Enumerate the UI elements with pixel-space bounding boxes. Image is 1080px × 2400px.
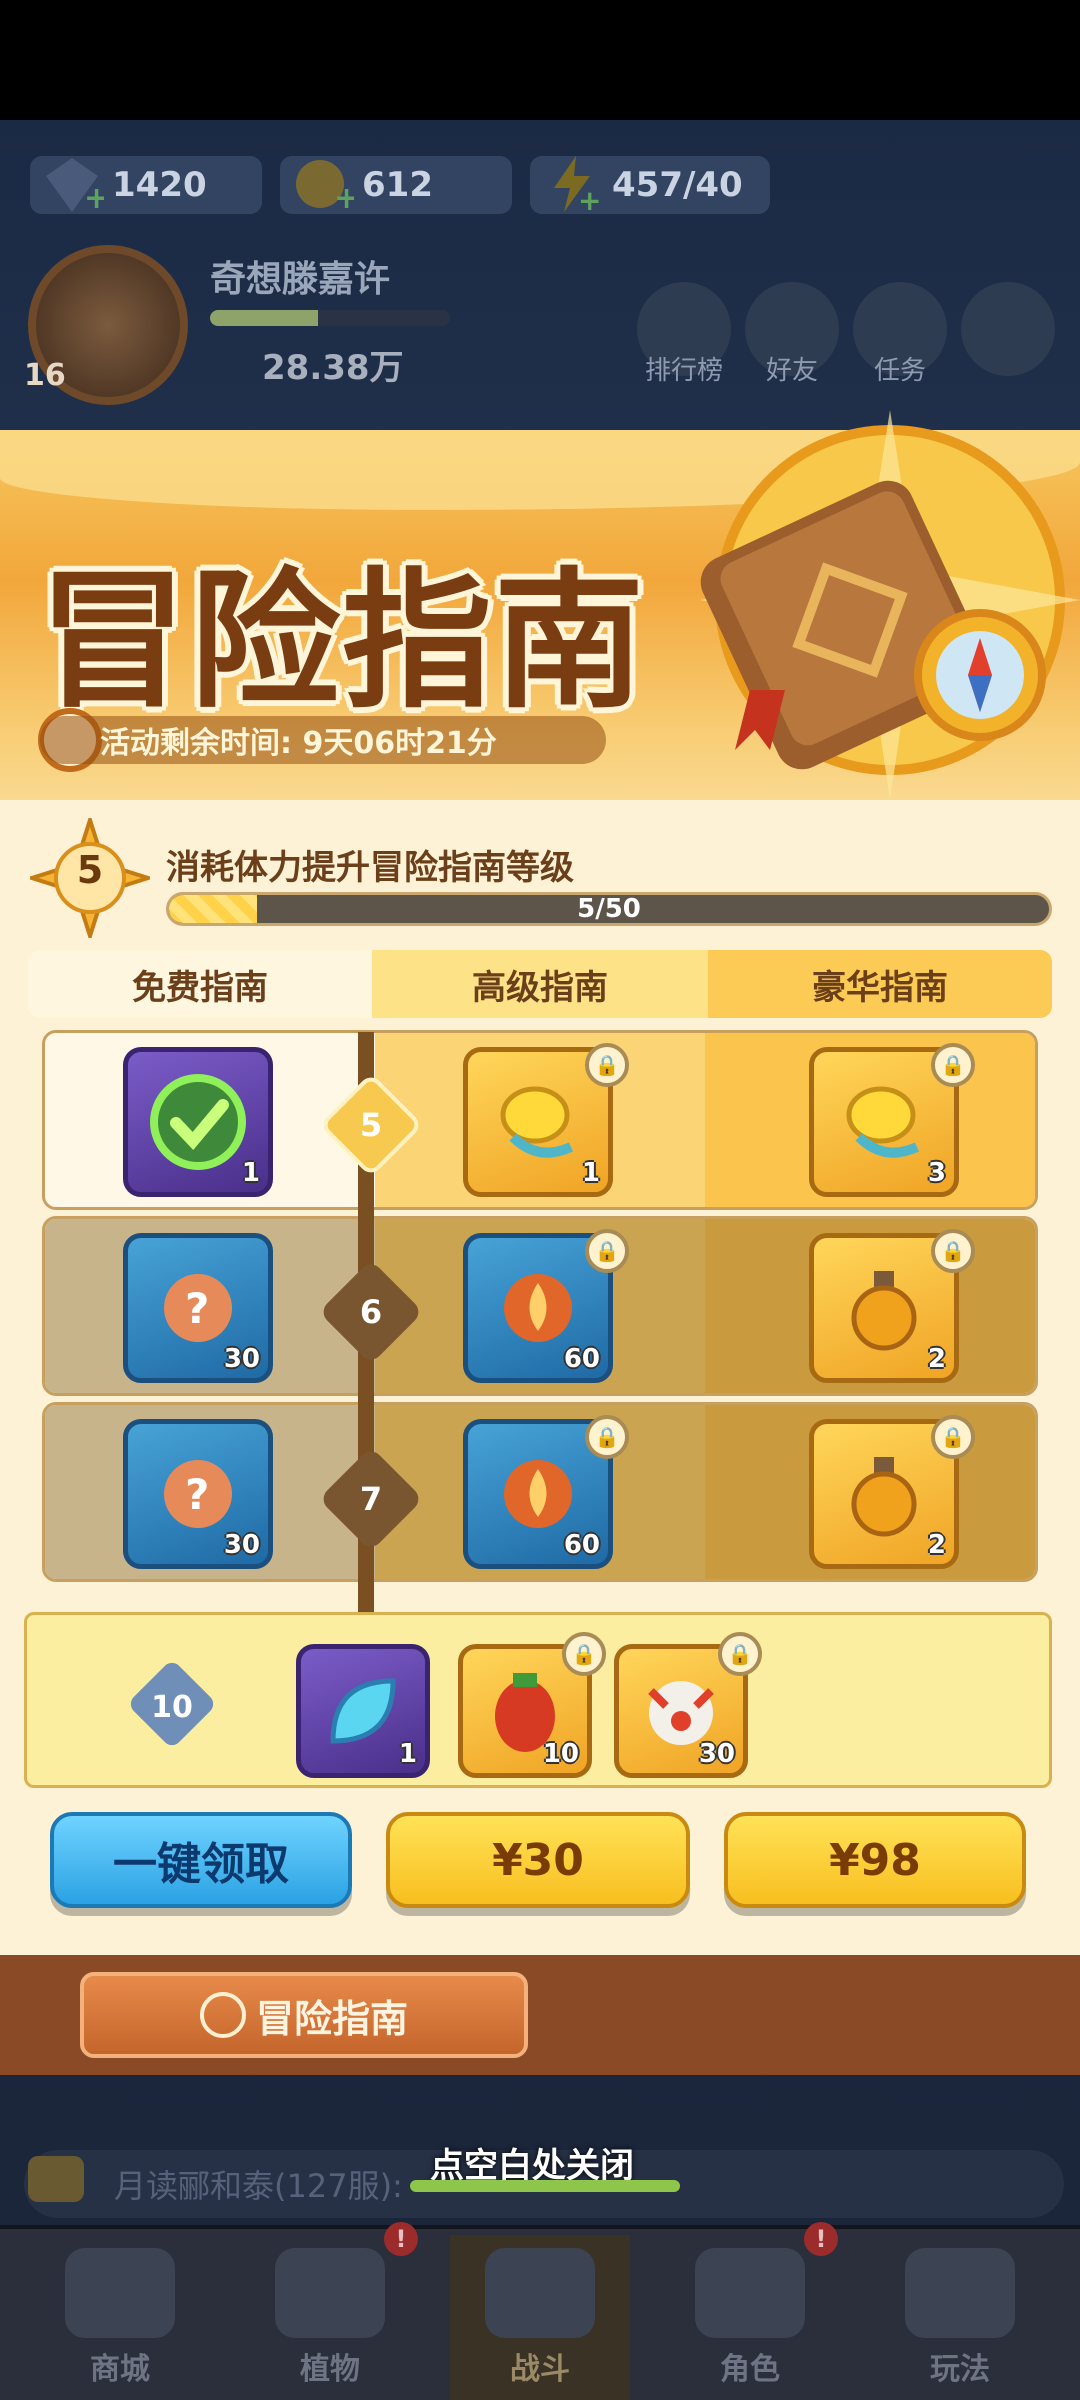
nav-battle[interactable]: 战斗 [450,2235,630,2400]
battle-icon [485,2248,595,2338]
nav-label: 战斗 [510,2352,570,2387]
nav-label: 商城 [90,2352,150,2387]
reward-qty: 30 [698,1739,735,1769]
stamina-counter: + 457/40 [530,156,770,217]
coin-count: 612 [362,165,433,205]
guide-tabs: 免费指南 高级指南 豪华指南 [28,950,1052,1018]
reward-qty: 60 [563,1344,600,1374]
adventure-guide-label: 冒险指南 [255,1996,408,2041]
reward-qty: 30 [223,1344,260,1374]
compass-icon [199,1992,246,2038]
xp-bar [210,310,450,326]
power-value: 28.38万 [262,348,404,388]
game-screen: + 1420 + 612 + 457/40 16 奇想滕嘉许 28.38万 排行… [0,0,1080,2400]
guide-level-number: 5 [76,848,104,892]
nav-label: 植物 [300,2352,360,2387]
chat-text: 月读郦和泰(127服): [114,2167,403,2205]
reward-item-free[interactable]: ? 30 [123,1419,273,1569]
reward-row: ? 30 60 🔒 2 🔒 [42,1402,1038,1582]
buy-deluxe-button[interactable]: ¥98 [724,1812,1026,1908]
adventure-guide-button[interactable]: 冒险指南 [80,1972,528,2058]
reward-qty: 10 [542,1739,579,1769]
reward-row: 1 1 🔒 3 🔒 [42,1030,1038,1210]
gameplay-icon [905,2248,1015,2338]
lock-icon: 🔒 [585,1415,629,1459]
player-level: 16 [24,358,66,393]
coin-icon: + [290,152,359,216]
plant-icon [275,2248,385,2338]
gem-count: 1420 [112,165,207,205]
reward-qty: 1 [398,1739,417,1769]
reward-qty: 2 [927,1530,946,1560]
svg-text:+: + [84,181,104,216]
tab-premium-guide[interactable]: 高级指南 [372,950,708,1018]
event-time-left: 活动剩余时间: 9天06时21分 [40,716,606,764]
player-name: 奇想滕嘉许 [210,259,391,300]
leaderboard-label: 排行榜 [644,356,723,386]
buy-premium-button[interactable]: ¥30 [386,1812,690,1908]
reward-qty: 60 [563,1530,600,1560]
nav-gameplay[interactable]: 玩法 [870,2235,1050,2400]
tab-deluxe-guide[interactable]: 豪华指南 [708,950,1052,1018]
nav-shop[interactable]: 商城 [30,2235,210,2400]
guide-book-icon [700,410,1080,800]
reward-list[interactable]: 1 1 🔒 3 🔒 ? 30 60 🔒 2 🔒 ? 30 60 🔒 2 🔒 [42,1030,1038,1610]
reward-qty: 1 [581,1158,600,1188]
shop-icon [65,2248,175,2338]
friends-label: 好友 [765,356,818,386]
lock-icon: 🔒 [931,1229,975,1273]
nav-label: 角色 [720,2352,780,2387]
tasks-label: 任务 [873,356,926,386]
hint-underline [410,2180,680,2192]
chat-icon[interactable] [28,2156,84,2202]
reward-qty: 2 [927,1344,946,1374]
svg-text:?: ? [185,1284,209,1333]
lock-icon: 🔒 [585,1043,629,1087]
claim-all-button[interactable]: 一键领取 [50,1812,352,1908]
nav-character[interactable]: 角色 [660,2235,840,2400]
level-node-number: 6 [359,1293,383,1331]
reward-item-free[interactable]: 1 [123,1047,273,1197]
guide-level-hint: 消耗体力提升冒险指南等级 [166,848,574,888]
lock-icon: 🔒 [585,1229,629,1273]
lock-icon: 🔒 [562,1632,606,1676]
event-title: 冒险指南 [38,553,647,729]
lock-icon: 🔒 [931,1043,975,1087]
reward-row: ? 30 60 🔒 2 🔒 [42,1216,1038,1396]
reward-qty: 30 [223,1530,260,1560]
lock-icon: 🔒 [718,1632,762,1676]
guide-progress-text: 5/50 [577,894,641,924]
gem-icon: + [40,152,109,216]
milestone-item-free[interactable]: 1 [296,1644,430,1778]
reward-qty: 3 [927,1158,946,1188]
nav-plants[interactable]: 植物 [240,2235,420,2400]
nav-label: 玩法 [930,2352,990,2387]
svg-text:+: + [578,184,601,216]
svg-text:?: ? [185,1470,209,1519]
tab-free-guide[interactable]: 免费指南 [28,950,372,1018]
svg-text:+: + [334,181,354,216]
reward-qty: 1 [241,1158,260,1188]
character-icon [695,2248,805,2338]
lock-icon: 🔒 [931,1415,975,1459]
lightning-icon: + [540,152,604,217]
level-node-number: 5 [359,1106,383,1144]
notification-badge: ! [804,2222,838,2256]
notification-badge: ! [384,2222,418,2256]
milestone-level-number: 10 [151,1690,193,1725]
settings-icon[interactable] [961,282,1055,376]
coin-counter: + 612 [280,156,512,216]
reward-item-free[interactable]: ? 30 [123,1233,273,1383]
gem-counter: + 1420 [30,156,262,216]
stamina-count: 457/40 [612,165,743,205]
level-node-number: 7 [359,1480,383,1518]
